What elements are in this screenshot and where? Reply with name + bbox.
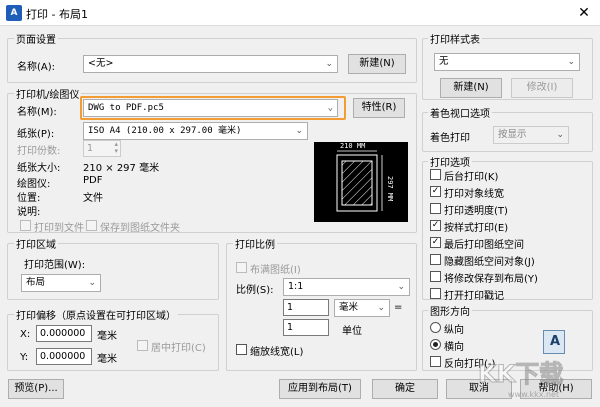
apply-to-layout-button[interactable]: 应用到布局(T) <box>279 379 361 399</box>
landscape-radio[interactable] <box>430 339 441 350</box>
option-label: 打开打印戳记 <box>444 291 504 302</box>
shade-plot-select[interactable]: 按显示 ⌄ <box>493 126 569 144</box>
option-label: 将修改保存到布局(Y) <box>444 274 538 285</box>
option-checkbox[interactable] <box>430 203 441 214</box>
save-to-folder-checkbox[interactable] <box>86 220 97 231</box>
orientation-preview-icon: A <box>543 330 565 354</box>
chevron-down-icon: ⌄ <box>325 59 333 69</box>
print-offset-label: 打印偏移（原点设置在可打印区域） <box>14 307 178 322</box>
print-to-file-label: 打印到文件 <box>34 223 84 234</box>
scale-value2-input[interactable]: 1 <box>283 319 329 336</box>
scale-unit-label: 单位 <box>342 326 362 337</box>
location-label: 位置: <box>17 193 41 204</box>
preview-height-label: 297 MM <box>386 176 394 202</box>
paper-size-value: 210 × 297 毫米 <box>83 163 160 174</box>
print-range-label: 打印范围(W): <box>24 260 86 271</box>
offset-y-label: Y: <box>20 352 29 363</box>
print-scale-label: 打印比例 <box>233 236 277 251</box>
paper-select[interactable]: ISO A4 (210.00 x 297.00 毫米) ⌄ <box>83 122 308 140</box>
offset-y-unit: 毫米 <box>97 354 117 365</box>
scale-select[interactable]: 1:1 ⌄ <box>283 278 410 296</box>
printer-name-highlight <box>80 96 346 120</box>
style-table-label: 打印样式表 <box>428 31 482 46</box>
plotter-value: PDF <box>83 175 103 186</box>
page-setup-label: 页面设置 <box>14 31 58 46</box>
shaded-label: 着色视口选项 <box>428 105 492 120</box>
scale-lineweights-label: 缩放线宽(L) <box>250 347 304 358</box>
stepper-arrows-icon: ▴ ▾ <box>114 140 118 155</box>
fit-paper-label: 布满图纸(I) <box>250 265 301 276</box>
style-edit-button[interactable]: 修改(I) <box>511 78 573 98</box>
offset-x-unit: 毫米 <box>97 331 117 342</box>
printer-name-label: 名称(M): <box>17 107 57 118</box>
print-range-select[interactable]: 布局 ⌄ <box>21 274 101 292</box>
paper-preview: 210 MM 297 MM <box>314 142 408 222</box>
preview-button[interactable]: 预览(P)... <box>8 379 64 399</box>
option-checkbox[interactable] <box>430 271 441 282</box>
print-area-label: 打印区域 <box>14 236 58 251</box>
preview-width-label: 210 MM <box>340 142 366 150</box>
chevron-down-icon: ⌄ <box>397 282 405 292</box>
location-value: 文件 <box>83 193 103 204</box>
chevron-down-icon: ⌄ <box>377 303 385 313</box>
option-checkbox[interactable] <box>430 254 441 265</box>
chevron-down-icon: ⌄ <box>295 126 303 136</box>
center-plot-label: 居中打印(C) <box>151 343 206 354</box>
print-to-file-checkbox[interactable] <box>20 220 31 231</box>
orientation-label: 图形方向 <box>428 303 472 318</box>
portrait-label: 纵向 <box>444 325 464 336</box>
option-label: 打印对象线宽 <box>444 189 504 200</box>
save-to-folder-label: 保存到图纸文件夹 <box>100 223 180 234</box>
option-label: 打印透明度(T) <box>444 206 508 217</box>
fit-paper-checkbox[interactable] <box>236 262 247 273</box>
option-checkbox[interactable]: ✓ <box>430 220 441 231</box>
option-checkbox[interactable] <box>430 169 441 180</box>
ok-button[interactable]: 确定 <box>372 379 438 399</box>
page-setup-new-button[interactable]: 新建(N) <box>348 54 406 74</box>
chevron-down-icon: ⌄ <box>567 57 575 67</box>
watermark-url: www.kkx.net <box>508 390 560 399</box>
option-checkbox[interactable]: ✓ <box>430 186 441 197</box>
scale-unit-select[interactable]: 毫米 ⌄ <box>334 299 390 317</box>
option-label: 后台打印(K) <box>444 172 499 183</box>
title-bar: A 打印 - 布局1 ✕ <box>0 0 600 26</box>
watermark-logo-text: KK下载 <box>477 360 564 389</box>
print-options-label: 打印选项 <box>428 154 472 169</box>
copies-stepper[interactable]: 1 ▴ ▾ <box>83 140 121 157</box>
option-checkbox[interactable]: ✓ <box>430 237 441 248</box>
center-plot-checkbox[interactable] <box>137 340 148 351</box>
option-label: 隐藏图纸空间对象(J) <box>444 257 535 268</box>
page-setup-name-select[interactable]: <无> ⌄ <box>83 55 338 73</box>
printer-group-label: 打印机/绘图仪 <box>14 86 82 101</box>
app-icon: A <box>6 5 22 21</box>
paper-label: 纸张(P): <box>17 129 55 140</box>
option-checkbox[interactable] <box>430 288 441 299</box>
chevron-down-icon: ⌄ <box>88 278 96 288</box>
properties-button[interactable]: 特性(R) <box>353 98 405 118</box>
window-title: 打印 - 布局1 <box>26 8 88 21</box>
portrait-radio[interactable] <box>430 322 441 333</box>
description-label: 说明: <box>17 207 41 218</box>
scale-lineweights-checkbox[interactable] <box>236 344 247 355</box>
copies-label: 打印份数: <box>17 146 61 157</box>
offset-x-label: X: <box>20 329 31 340</box>
equals-sign: = <box>394 302 403 313</box>
option-label: 最后打印图纸空间 <box>444 240 524 251</box>
close-icon[interactable]: ✕ <box>572 2 596 24</box>
landscape-label: 横向 <box>444 342 464 353</box>
upside-down-checkbox[interactable] <box>430 356 441 367</box>
plotter-label: 绘图仪: <box>17 179 51 190</box>
site-watermark: KK下载 www.kkx.net <box>470 354 598 404</box>
shade-plot-label: 着色打印 <box>430 133 470 144</box>
offset-y-input[interactable]: 0.000000 <box>36 348 92 365</box>
offset-x-input[interactable]: 0.000000 <box>36 325 92 342</box>
scale-value1-input[interactable]: 1 <box>283 299 329 316</box>
page-setup-name-label: 名称(A): <box>17 62 56 73</box>
chevron-down-icon: ⌄ <box>556 130 564 140</box>
style-table-select[interactable]: 无 ⌄ <box>434 53 580 71</box>
style-new-button[interactable]: 新建(N) <box>440 78 502 98</box>
option-label: 按样式打印(E) <box>444 223 509 234</box>
paper-size-label: 纸张大小: <box>17 163 61 174</box>
scale-label: 比例(S): <box>236 285 274 296</box>
